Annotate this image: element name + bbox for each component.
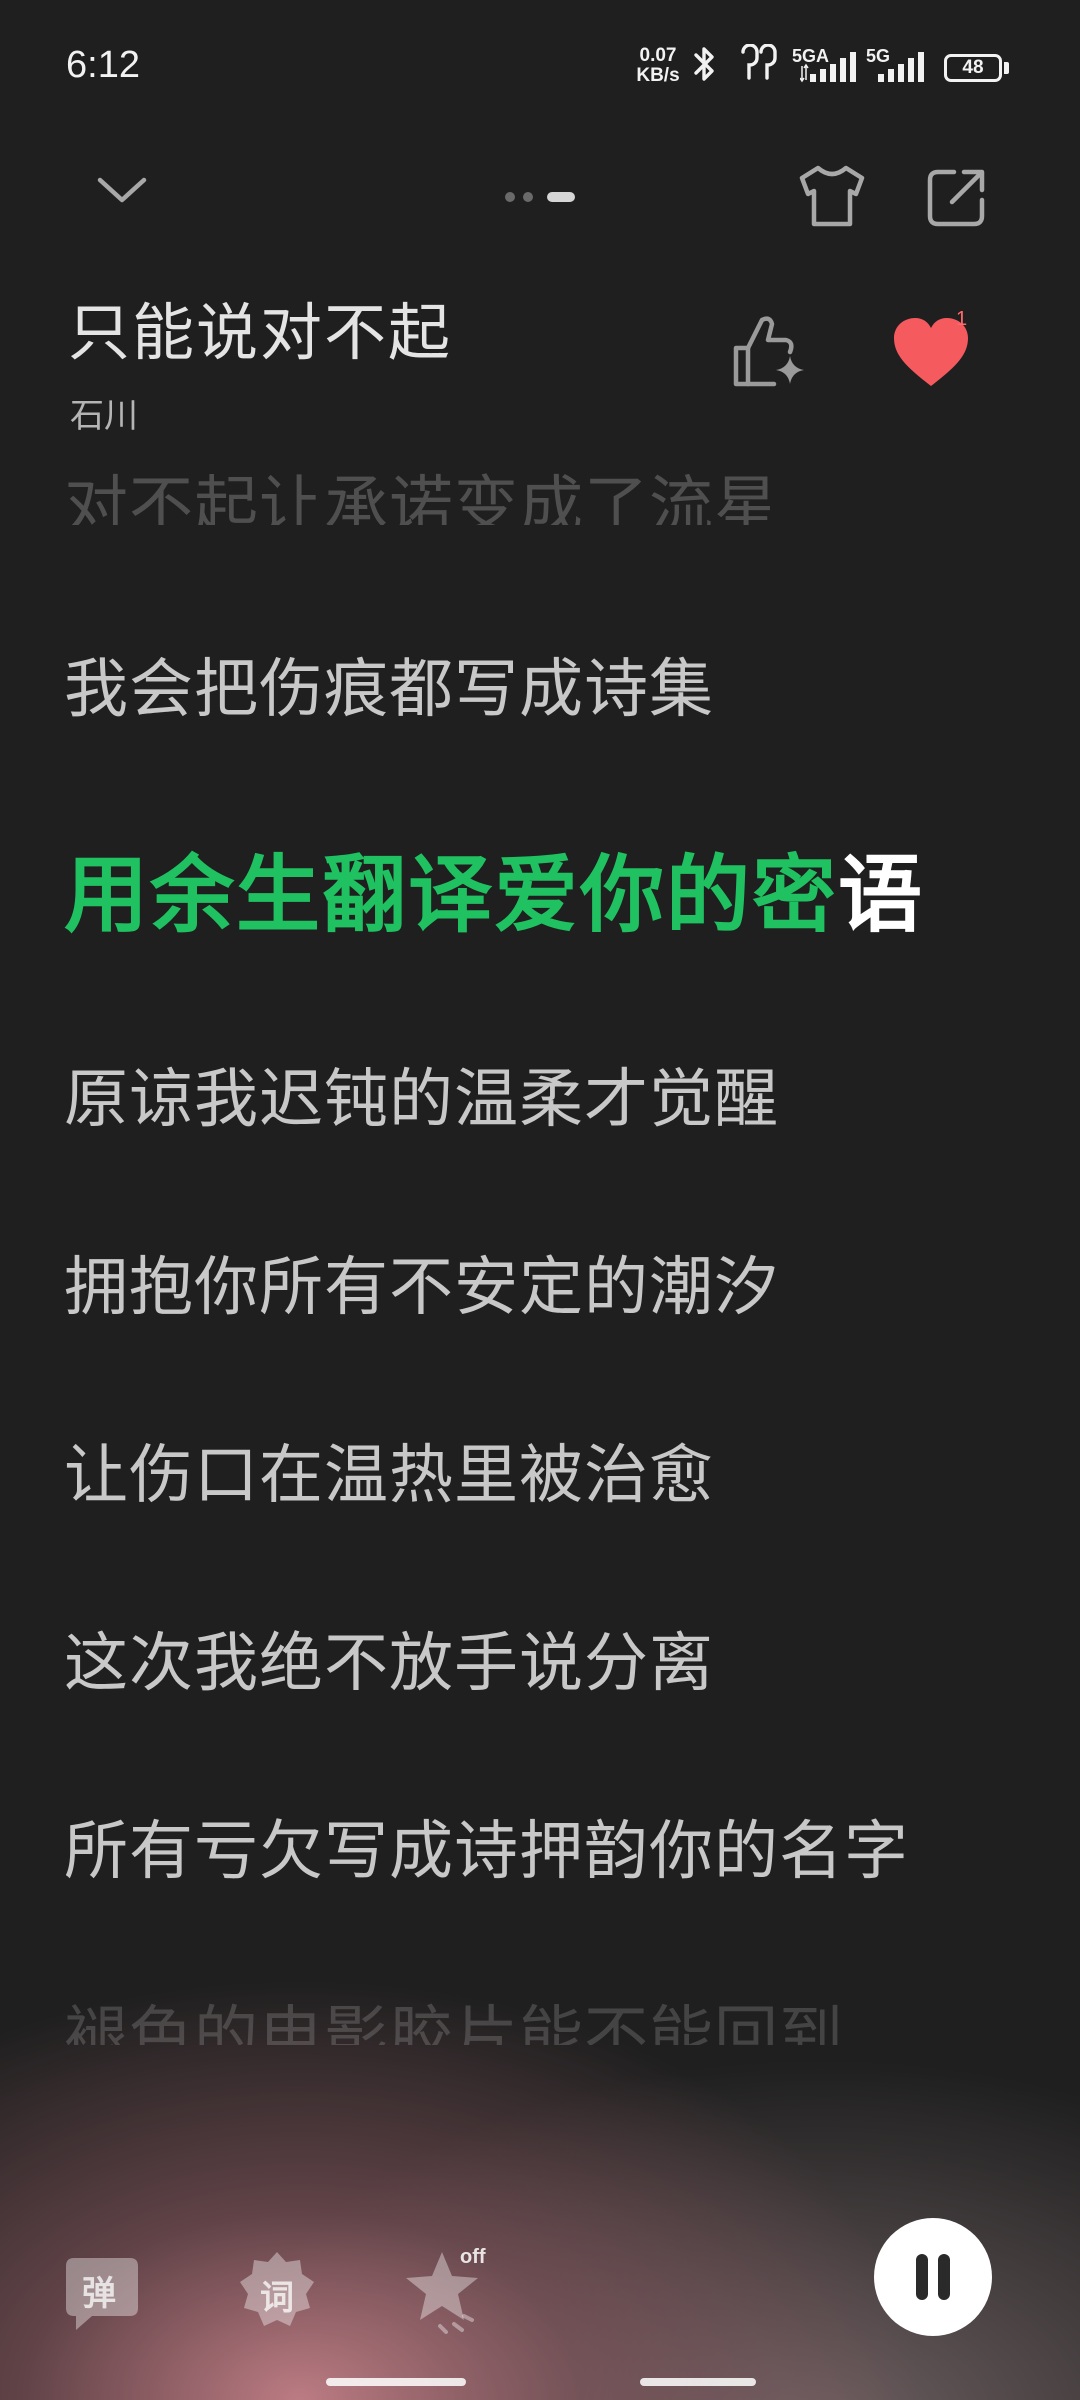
gesture-bar[interactable]: [326, 2378, 466, 2386]
lyrics-view[interactable]: 对不起让承诺变成了流星 我会把伤痕都写成诗集 用余生翻译爱你的密语 原谅我迟钝的…: [0, 0, 1080, 2400]
player-screen: 6:12 0.07 KB/s 5GA 5G 48 只能说对不起 石川 1 对不起…: [0, 0, 1080, 2400]
gesture-bar[interactable]: [640, 2378, 756, 2386]
danmaku-button[interactable]: 弹: [64, 2254, 140, 2334]
lyric-line: 原谅我迟钝的温柔才觉醒: [64, 1063, 779, 1137]
lyric-line-faded: 褪色的电影胶片能不能回到: [64, 2000, 844, 2045]
lyric-line: 所有亏欠写成诗押韵你的名字: [64, 1815, 909, 1889]
lyrics-settings-label: 词: [260, 2278, 294, 2318]
lyric-line-current: 用余生翻译爱你的密语: [64, 828, 924, 949]
lyric-line: 拥抱你所有不安定的潮汐: [64, 1251, 779, 1325]
lyrics-settings-button[interactable]: 词: [238, 2250, 316, 2328]
pause-button[interactable]: [874, 2218, 992, 2336]
lyric-current-sung: 用余生翻译爱你的密: [64, 846, 839, 944]
danmaku-label: 弹: [82, 2274, 116, 2314]
lyric-current-unsung: 语: [838, 846, 925, 944]
lyric-line: 让伤口在温热里被治愈: [64, 1439, 714, 1513]
lyric-line: 我会把伤痕都写成诗集: [64, 653, 714, 727]
lyric-line: 这次我绝不放手说分离: [64, 1627, 714, 1701]
effects-state-label: off: [460, 2246, 486, 2268]
lyric-line-faded: 对不起让承诺变成了流星: [64, 470, 779, 525]
